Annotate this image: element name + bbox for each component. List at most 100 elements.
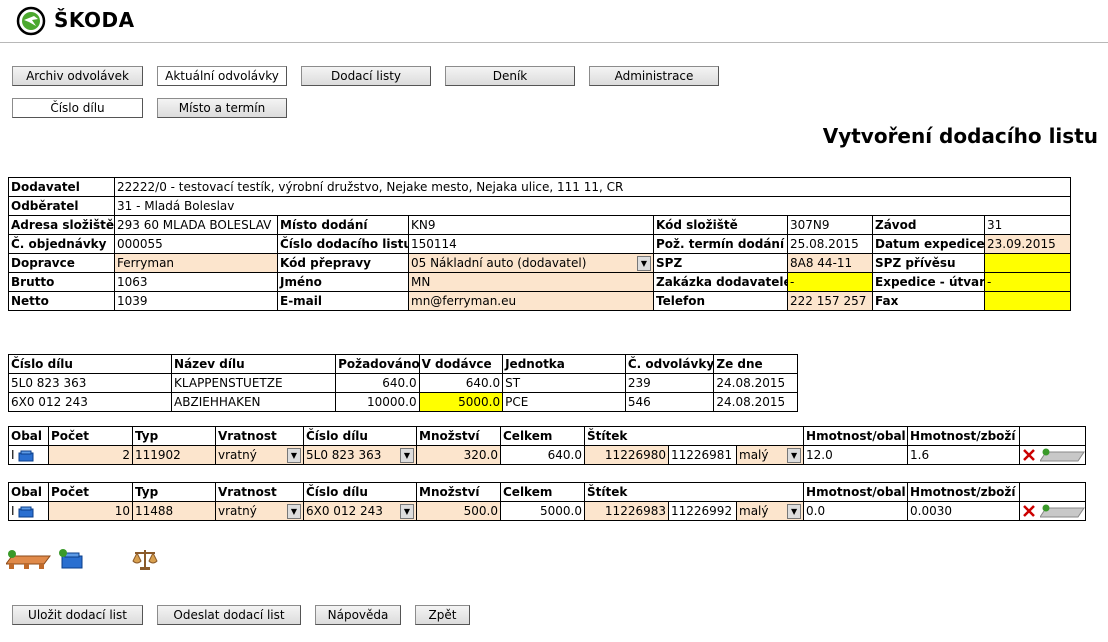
cislo-dl-label: Číslo dodacího listu (277, 234, 409, 254)
spz-privesu-input[interactable] (983, 253, 1072, 273)
odberatel-value: 31 - Mladá Boleslav (113, 196, 1072, 216)
vratnost-select[interactable]: vratný ▼ (215, 445, 304, 465)
delete-icon[interactable] (1022, 448, 1036, 462)
fax-input[interactable] (983, 291, 1072, 311)
parts-table: Číslo dílu Název dílu Požadováno V dodáv… (7, 354, 798, 412)
save-delivery-note-button[interactable]: Uložit dodací list (12, 605, 143, 625)
nav-denik[interactable]: Deník (445, 66, 575, 86)
dopravce-input[interactable]: Ferryman (114, 253, 278, 273)
box-icon[interactable] (18, 450, 34, 462)
col-cislo-dilu: Číslo dílu (7, 354, 173, 374)
datum-expedice-input[interactable]: 23.09.2015 (983, 234, 1072, 254)
spz-input[interactable]: 8A8 44-11 (787, 253, 873, 273)
chevron-down-icon[interactable]: ▼ (287, 447, 301, 463)
mnozstvi-input[interactable]: 320.0 (416, 445, 501, 465)
chevron-down-icon[interactable]: ▼ (787, 503, 802, 519)
hmotnost-obal-value: 12.0 (803, 445, 909, 465)
add-label-icon[interactable] (1039, 504, 1086, 518)
dil-select[interactable]: 6X0 012 243 ▼ (303, 501, 417, 521)
col-celkem: Celkem (500, 482, 585, 502)
expedice-utvar-label: Expedice - útvar (872, 272, 985, 292)
col-cislo-dilu: Číslo dílu (303, 426, 417, 446)
telefon-label: Telefon (653, 291, 788, 311)
add-pallet-icon[interactable] (6, 548, 52, 570)
chevron-down-icon[interactable]: ▼ (400, 503, 414, 519)
nav-administrace[interactable]: Administrace (589, 66, 719, 86)
cell-odvolavka: 546 (624, 392, 715, 412)
nav-dodaci-listy[interactable]: Dodací listy (301, 66, 431, 86)
netto-label: Netto (8, 291, 115, 311)
mnozstvi-input[interactable]: 500.0 (416, 501, 501, 521)
dopravce-label: Dopravce (8, 253, 115, 273)
pocet-input[interactable]: 10 (48, 501, 133, 521)
add-box-icon[interactable] (58, 548, 84, 570)
jmeno-input[interactable]: MN (408, 272, 654, 292)
col-mnozstvi: Množství (416, 426, 501, 446)
kod-slozište-label: Kód složiště (653, 215, 788, 235)
stitek-from-input[interactable]: 11226983 (584, 501, 669, 521)
velikost-select[interactable]: malý ▼ (735, 501, 805, 521)
col-typ: Typ (132, 482, 216, 502)
pocet-input[interactable]: 2 (48, 445, 133, 465)
celkem-value: 640.0 (500, 445, 585, 465)
hmotnost-zbozi-value: 0.0030 (907, 501, 1021, 521)
pack-row: I 2 111902 vratný ▼ 5L0 823 363 ▼ 320.0 64… (8, 445, 1087, 465)
nav-archiv-odvolavek[interactable]: Archiv odvolávek (12, 66, 143, 86)
stitek-to-value: 11226992 (668, 501, 737, 521)
obal-type: I (11, 504, 15, 518)
back-button[interactable]: Zpět (415, 605, 470, 625)
add-label-icon[interactable] (1039, 448, 1086, 462)
kod-prepravy-select[interactable]: 05 Nákladní auto (dodavatel) ▼ (408, 253, 654, 273)
col-pocet: Počet (48, 482, 133, 502)
typ-input[interactable]: 111902 (132, 445, 216, 465)
dil-value: 6X0 012 243 (306, 504, 383, 518)
delete-icon[interactable] (1022, 504, 1036, 518)
poz-termin-label: Pož. termín dodání (653, 234, 788, 254)
scale-icon[interactable] (132, 547, 158, 571)
chevron-down-icon[interactable]: ▼ (400, 447, 414, 463)
cell-obal: I (8, 501, 49, 521)
send-delivery-note-button[interactable]: Odeslat dodací list (157, 605, 301, 625)
dil-value: 5L0 823 363 (306, 448, 382, 462)
table-row: 6X0 012 243 ABZIEHHAKEN 10000.0 5000.0 P… (7, 392, 798, 412)
nav-aktualni-odvolavky[interactable]: Aktuální odvolávky (157, 66, 287, 86)
jmeno-label: Jméno (277, 272, 409, 292)
col-stitek: Štítek (583, 482, 805, 502)
row-actions (1019, 501, 1087, 521)
stitek-from-input[interactable]: 11226980 (584, 445, 669, 465)
brutto-label: Brutto (8, 272, 115, 292)
nav-cislo-dilu[interactable]: Číslo dílu (12, 98, 143, 118)
expedice-utvar-input[interactable]: - (983, 272, 1072, 292)
chevron-down-icon[interactable]: ▼ (287, 503, 301, 519)
nav-misto-termin[interactable]: Místo a termín (157, 98, 287, 118)
chevron-down-icon[interactable]: ▼ (637, 255, 651, 271)
chevron-down-icon[interactable]: ▼ (787, 447, 802, 463)
vratnost-select[interactable]: vratný ▼ (215, 501, 304, 521)
cell-dil: 5L0 823 363 (7, 373, 173, 393)
email-input[interactable]: mn@ferryman.eu (408, 291, 654, 311)
obal-type: I (11, 448, 15, 462)
col-hmotnost-zbozi: Hmotnost/zboží (907, 482, 1021, 502)
app-header: ŠKODA (0, 0, 1108, 43)
cell-jednotka: ST (502, 373, 626, 393)
col-typ: Typ (132, 426, 216, 446)
col-cislo-odvolavky: Č. odvolávky (624, 354, 715, 374)
typ-input[interactable]: 11488 (132, 501, 216, 521)
velikost-value: malý (739, 504, 769, 518)
velikost-select[interactable]: malý ▼ (735, 445, 805, 465)
box-icon[interactable] (18, 506, 34, 518)
col-obal: Obal (8, 482, 49, 502)
delivery-header-table: Dodavatel 22222/0 - testovací testík, vý… (8, 177, 1072, 311)
kod-prepravy-label: Kód přepravy (277, 253, 409, 273)
table-row: 5L0 823 363 KLAPPENSTUETZE 640.0 640.0 S… (7, 373, 798, 393)
col-obal: Obal (8, 426, 49, 446)
hmotnost-obal-value: 0.0 (803, 501, 909, 521)
cell-v-dodavce: 640.0 (418, 373, 504, 393)
zakazka-input[interactable]: - (787, 272, 873, 292)
cell-nazev: ABZIEHHAKEN (171, 392, 337, 412)
telefon-input[interactable]: 222 157 257 (787, 291, 873, 311)
dil-select[interactable]: 5L0 823 363 ▼ (303, 445, 417, 465)
help-button[interactable]: Nápověda (315, 605, 401, 625)
misto-dodani-value: KN9 (408, 215, 654, 235)
col-hmotnost-zbozi: Hmotnost/zboží (907, 426, 1021, 446)
